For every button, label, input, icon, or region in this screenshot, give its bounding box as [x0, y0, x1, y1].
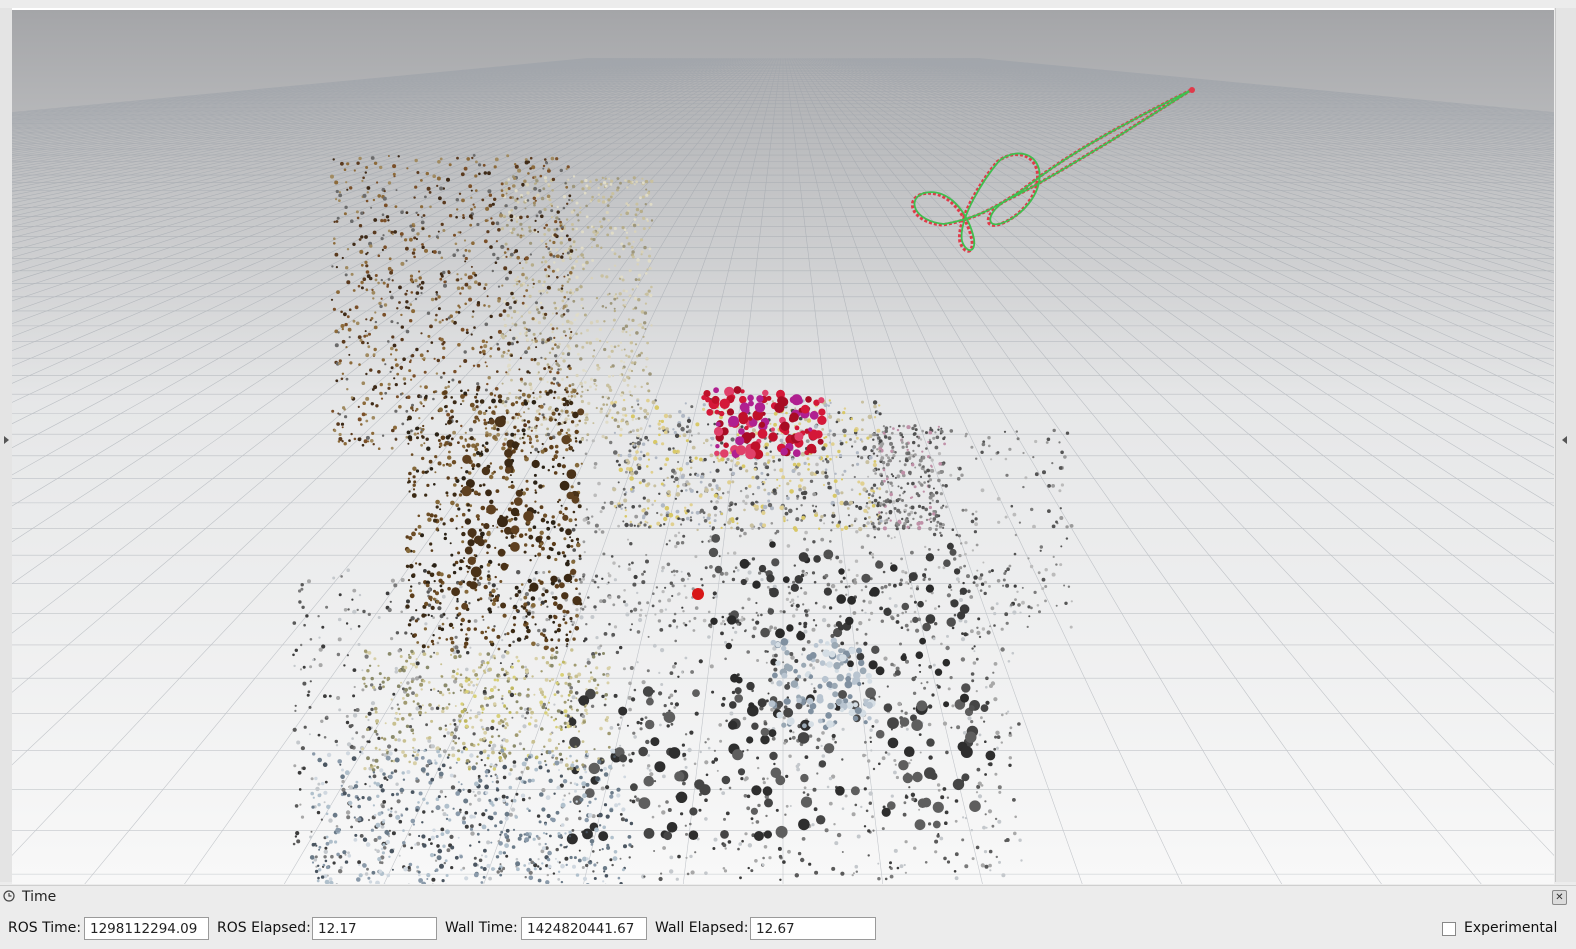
right-dock-splitter[interactable]	[1555, 8, 1576, 882]
clock-icon	[3, 890, 15, 902]
wall-elapsed-field[interactable]	[750, 917, 876, 940]
pose-marker	[692, 588, 704, 600]
time-panel: Time ✕ ROS Time: ROS Elapsed: Wall Time:…	[0, 885, 1576, 949]
wall-time-label: Wall Time:	[445, 920, 518, 936]
scene-canvas[interactable]	[12, 10, 1554, 884]
wall-time-field[interactable]	[521, 917, 647, 940]
ros-elapsed-field[interactable]	[312, 917, 437, 940]
experimental-checkbox[interactable]	[1442, 922, 1456, 936]
ros-time-label: ROS Time:	[8, 920, 81, 936]
expand-right-panel-icon[interactable]	[1562, 436, 1567, 444]
time-panel-titlebar: Time ✕	[0, 886, 1576, 908]
ros-time-field[interactable]	[84, 917, 209, 940]
wall-elapsed-label: Wall Elapsed:	[655, 920, 748, 936]
3d-render-viewport[interactable]	[12, 8, 1554, 884]
expand-left-panel-icon[interactable]	[4, 436, 9, 444]
panel-title: Time	[22, 889, 56, 905]
close-icon: ✕	[1555, 892, 1563, 903]
experimental-label: Experimental	[1464, 920, 1557, 936]
close-panel-button[interactable]: ✕	[1552, 890, 1567, 905]
ros-elapsed-label: ROS Elapsed:	[217, 920, 311, 936]
